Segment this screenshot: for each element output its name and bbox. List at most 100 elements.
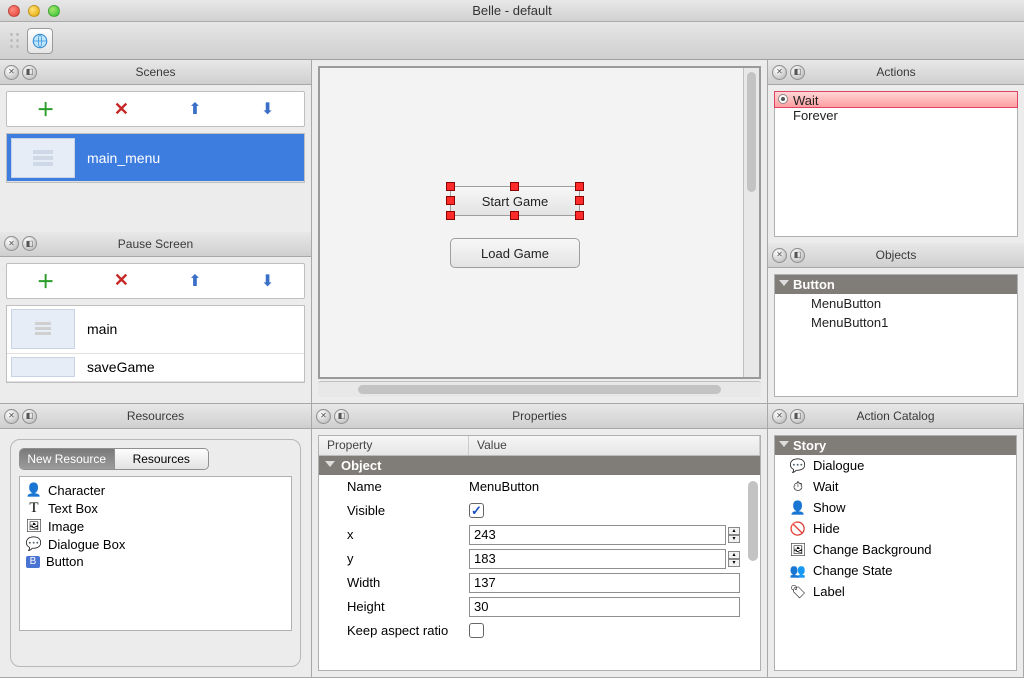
show-icon: 👤 [789, 499, 807, 517]
resize-handle-icon[interactable] [575, 196, 584, 205]
add-scene-button[interactable]: ＋ [37, 96, 55, 122]
window-title: Belle - default [0, 3, 1024, 18]
catalog-item-label[interactable]: 🏷Label [775, 581, 1016, 602]
scene-row[interactable]: main [7, 306, 304, 354]
scene-thumbnail [11, 138, 75, 178]
canvas-horizontal-scrollbar[interactable] [318, 381, 761, 397]
value-col-header: Value [469, 436, 760, 455]
catalog-section-story[interactable]: Story [775, 436, 1016, 455]
action-row[interactable]: Wait [774, 91, 1018, 108]
resize-handle-icon[interactable] [446, 211, 455, 220]
radio-icon[interactable] [778, 94, 788, 104]
keep-aspect-checkbox[interactable]: ✓ [469, 623, 484, 638]
objects-tree[interactable]: Button MenuButton MenuButton1 [774, 274, 1018, 397]
property-row-width: Width [319, 571, 760, 595]
canvas-object-start-game[interactable]: Start Game [450, 186, 580, 216]
state-icon: 👥 [789, 562, 807, 580]
width-input[interactable] [469, 573, 740, 593]
spinner-icon[interactable]: ▴▾ [728, 551, 740, 567]
resources-tabs: New Resource Resources [19, 448, 209, 470]
scene-canvas[interactable]: Start Game Load Game [318, 66, 761, 379]
catalog-item-wait[interactable]: ⏱Wait [775, 476, 1016, 497]
globe-icon [31, 32, 49, 50]
hide-icon: 🚫 [789, 520, 807, 538]
move-scene-down-button[interactable]: ⬇ [261, 99, 274, 119]
height-input[interactable] [469, 597, 740, 617]
canvas-vertical-scrollbar[interactable] [743, 68, 759, 377]
properties-column-headers: Property Value [319, 436, 760, 456]
pause-scenes-list[interactable]: main saveGame [6, 305, 305, 383]
property-row-visible: Visible ✓ [319, 499, 760, 523]
resize-handle-icon[interactable] [446, 196, 455, 205]
catalog-item-change-state[interactable]: 👥Change State [775, 560, 1016, 581]
object-item[interactable]: MenuButton1 [775, 313, 1017, 332]
move-scene-up-button[interactable]: ⬆ [188, 99, 201, 119]
property-row-name: Name MenuButton [319, 475, 760, 499]
property-row-x: x ▴▾ [319, 523, 760, 547]
action-row[interactable]: Forever [775, 107, 1017, 124]
dialogue-icon: 💬 [26, 536, 42, 552]
spinner-icon[interactable]: ▴▾ [728, 527, 740, 543]
catalog-item-hide[interactable]: 🚫Hide [775, 518, 1016, 539]
action-catalog-tree[interactable]: Story 💬Dialogue ⏱Wait 👤Show 🚫Hide 🖼Chang… [774, 435, 1017, 671]
background-icon: 🖼 [789, 541, 807, 559]
resize-handle-icon[interactable] [510, 182, 519, 191]
actions-list[interactable]: Wait Forever [774, 91, 1018, 237]
run-preview-button[interactable] [27, 28, 53, 54]
scene-row[interactable]: saveGame [7, 354, 304, 382]
properties-panel-title: Properties [312, 409, 767, 423]
action-catalog-panel-title: Action Catalog [768, 409, 1023, 423]
resource-item-textbox[interactable]: TText Box [26, 499, 285, 517]
remove-pause-scene-button[interactable]: ✕ [114, 270, 129, 291]
disclosure-icon[interactable] [325, 461, 335, 467]
resize-handle-icon[interactable] [575, 211, 584, 220]
scenes-panel-header: ✕ ◧ Scenes [0, 60, 311, 85]
object-group-header[interactable]: Button [775, 275, 1017, 294]
y-input[interactable] [469, 549, 726, 569]
remove-scene-button[interactable]: ✕ [114, 99, 129, 120]
actions-panel-header: ✕ ◧ Actions [768, 60, 1024, 85]
actions-panel-title: Actions [768, 65, 1024, 79]
action-catalog-panel-header: ✕ ◧ Action Catalog [768, 404, 1023, 429]
resource-type-list[interactable]: 👤Character TText Box 🖼Image 💬Dialogue Bo… [19, 476, 292, 631]
disclosure-icon[interactable] [779, 441, 789, 447]
resource-item-dialoguebox[interactable]: 💬Dialogue Box [26, 535, 285, 553]
move-pause-scene-up-button[interactable]: ⬆ [188, 271, 201, 291]
scenes-panel-title: Scenes [0, 65, 311, 79]
canvas-object-load-game[interactable]: Load Game [450, 238, 580, 268]
catalog-item-change-background[interactable]: 🖼Change Background [775, 539, 1016, 560]
canvas-button-label: Load Game [481, 246, 549, 261]
properties-scrollbar[interactable] [748, 481, 758, 664]
object-item[interactable]: MenuButton [775, 294, 1017, 313]
pause-toolbar: ＋ ✕ ⬆ ⬇ [6, 263, 305, 299]
pause-panel-title: Pause Screen [0, 237, 311, 251]
property-row-height: Height [319, 595, 760, 619]
button-icon: B [26, 556, 40, 568]
resize-handle-icon[interactable] [446, 182, 455, 191]
window-titlebar: Belle - default [0, 0, 1024, 22]
dialogue-icon: 💬 [789, 457, 807, 475]
x-input[interactable] [469, 525, 726, 545]
scene-thumbnail [11, 309, 75, 349]
resize-handle-icon[interactable] [510, 211, 519, 220]
tab-resources[interactable]: Resources [115, 449, 209, 469]
move-pause-scene-down-button[interactable]: ⬇ [261, 271, 274, 291]
scenes-list[interactable]: main_menu [6, 133, 305, 183]
properties-section-object[interactable]: Object [319, 456, 760, 475]
resource-item-button[interactable]: BButton [26, 553, 285, 570]
resource-item-image[interactable]: 🖼Image [26, 517, 285, 535]
disclosure-icon[interactable] [779, 280, 789, 286]
catalog-item-dialogue[interactable]: 💬Dialogue [775, 455, 1016, 476]
property-row-y: y ▴▾ [319, 547, 760, 571]
action-label: Forever [793, 108, 838, 123]
resource-item-character[interactable]: 👤Character [26, 481, 285, 499]
add-pause-scene-button[interactable]: ＋ [37, 268, 55, 294]
property-col-header: Property [319, 436, 469, 455]
tab-new-resource[interactable]: New Resource [20, 449, 115, 469]
scene-row[interactable]: main_menu [7, 134, 304, 182]
clock-icon: ⏱ [789, 478, 807, 496]
visible-checkbox[interactable]: ✓ [469, 503, 484, 518]
catalog-item-show[interactable]: 👤Show [775, 497, 1016, 518]
resize-handle-icon[interactable] [575, 182, 584, 191]
property-value-name[interactable]: MenuButton [469, 479, 539, 494]
